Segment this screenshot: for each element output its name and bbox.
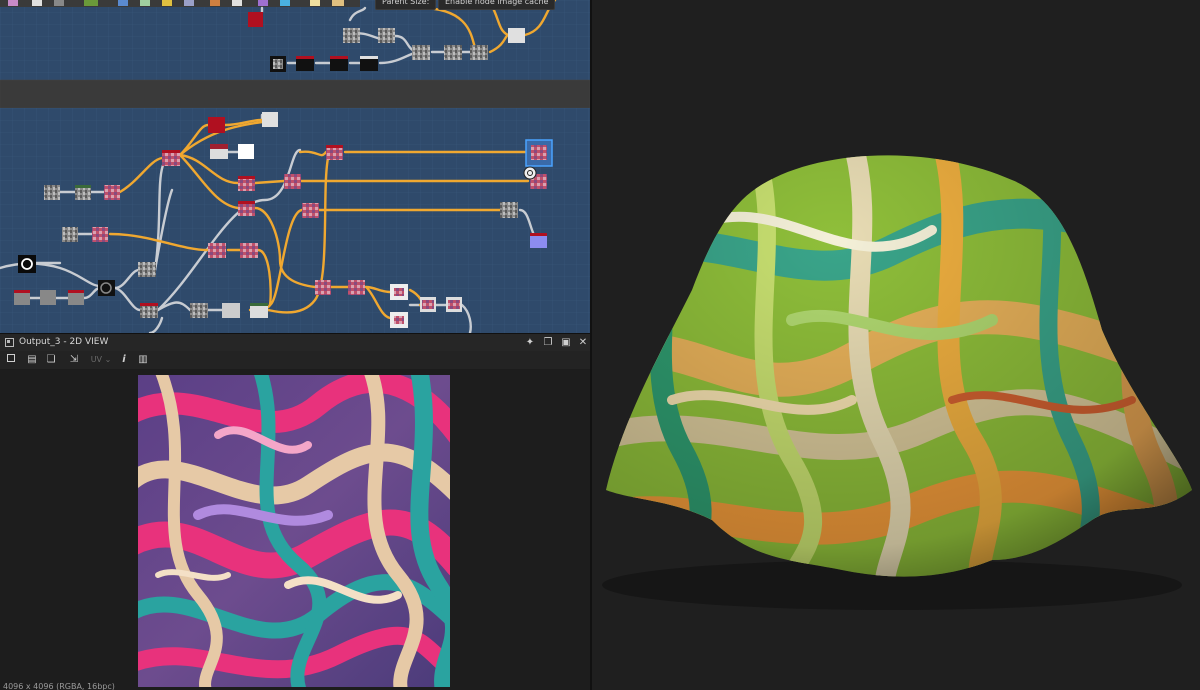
tab-enable-cache[interactable]: Enable node image cache: [438, 0, 556, 10]
export-icon[interactable]: ⇲: [68, 354, 80, 366]
float-icon[interactable]: ❐: [541, 334, 555, 351]
save-icon[interactable]: ▤: [26, 354, 38, 366]
copy-icon[interactable]: ❏: [45, 354, 57, 366]
uv-dropdown[interactable]: UV ⌄: [88, 354, 114, 366]
view3d-viewport[interactable]: [592, 0, 1200, 690]
texture-preview: [138, 375, 450, 687]
connector-icon[interactable]: [523, 166, 537, 180]
close-icon[interactable]: ✕: [576, 334, 590, 351]
status-bar: 4096 x 4096 (RGBA, 16bpc): [3, 682, 115, 690]
pin-icon[interactable]: ✦: [523, 334, 537, 351]
info-icon[interactable]: i: [118, 354, 130, 366]
tab-parent-size[interactable]: Parent Size:: [375, 0, 437, 10]
view2d-title: Output_3 - 2D VIEW: [19, 337, 109, 347]
histogram-icon[interactable]: ▥: [137, 354, 149, 366]
viewport-icon: [5, 338, 14, 347]
maximize-icon[interactable]: ▣: [559, 334, 573, 351]
node-graph[interactable]: [0, 0, 590, 333]
view2d-toolbar: ▤ ❏ ⇲ UV ⌄ i ▥: [0, 351, 590, 369]
view2d-viewport[interactable]: [0, 370, 590, 690]
view2d-header: Output_3 - 2D VIEW ✦ ❐ ▣ ✕: [0, 333, 590, 352]
cloth-mesh-preview: [602, 155, 1192, 610]
fit-view-icon[interactable]: [5, 354, 17, 366]
graph-frame-gap: [0, 80, 590, 108]
left-pane: Parent Size: Enable node image cache Out…: [0, 0, 590, 690]
